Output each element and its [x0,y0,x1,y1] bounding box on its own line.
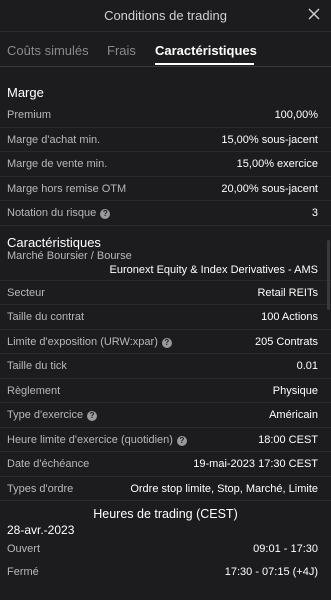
marge-row: Marge hors remise OTM 20,00% sous-jacent [0,177,331,201]
section-title-marge: Marge [7,85,44,100]
tab-caracteristiques[interactable]: Caractéristiques [155,43,257,58]
row-value: Retail REITs [257,286,318,299]
exposure-limit-label: Limite d'exposition (URW:xpar) [7,335,158,348]
marge-row: Premium 100,00% [0,103,331,128]
info-icon[interactable]: ? [87,411,98,421]
row-value: 19-mai-2023 17:30 CEST [193,458,318,470]
info-icon[interactable]: ? [176,435,187,446]
hours-row: Ouvert 09:01 - 17:30 [0,537,331,560]
row-label: Marge d'achat min. [7,133,101,146]
row-value: 205 Contrats [255,335,318,348]
row-label: Secteur [7,286,45,299]
exercise-type-label: Type d'exercice [7,409,84,421]
carac-row: Heure limite d'exercice (quotidien)? 18:… [0,428,331,452]
info-icon[interactable]: ? [100,209,111,219]
active-tab-indicator [155,63,254,65]
trading-hours-date: 28-avr.-2023 [7,523,75,537]
tab-couts-simules[interactable]: Coûts simulés [7,43,89,58]
row-label: Marché Boursier / Bourse [7,249,132,262]
market-row: Marché Boursier / Bourse Euronext Equity… [0,250,331,281]
row-label: Taille du tick [7,360,67,372]
scrollbar[interactable] [327,240,330,310]
row-label: Marge de vente min. [7,158,108,170]
trading-conditions-panel: Conditions de trading Coûts simulés Frai… [0,0,331,600]
row-label: Fermé [7,566,39,578]
close-icon[interactable] [307,7,321,21]
carac-row: Taille du contrat 100 Actions [0,305,331,330]
row-value: 18:00 CEST [258,433,318,446]
row-value: Physique [272,384,318,397]
carac-row: Date d'échéance 19-mai-2023 17:30 CEST [0,452,331,477]
marge-row: Notation du risque? 3 [0,201,331,226]
row-label: Taille du contrat [7,311,85,323]
row-label: Types d'ordre [7,482,74,495]
carac-row: Secteur Retail REITs [0,281,331,305]
row-value: 17:30 - 07:15 (+4J) [224,566,318,578]
carac-row: Types d'ordre Ordre stop limite, Stop, M… [0,477,331,501]
marge-row: Marge d'achat min. 15,00% sous-jacent [0,128,331,152]
row-label: Heure limite d'exercice (quotidien)? [7,434,187,446]
exercise-cutoff-label: Heure limite d'exercice (quotidien) [7,433,173,446]
carac-row: Type d'exercice? Américain [0,403,331,428]
row-value: 100 Actions [261,311,318,323]
hours-row: Fermé 17:30 - 07:15 (+4J) [0,560,331,583]
row-label: Ouvert [7,543,41,555]
row-label: Type d'exercice? [7,409,98,421]
dialog-title: Conditions de trading [104,8,227,23]
carac-row: Règlement Physique [0,379,331,403]
row-value: 09:01 - 17:30 [253,543,318,555]
trading-hours-title: Heures de trading (CEST) [93,507,238,521]
carac-row: Limite d'exposition (URW:xpar)? 205 Cont… [0,330,331,354]
section-title-caracteristiques: Caractéristiques [7,234,101,250]
row-label: Limite d'exposition (URW:xpar)? [7,336,172,348]
row-label: Date d'échéance [7,458,90,470]
row-value: 20,00% sous-jacent [221,182,318,195]
tab-bar: Coûts simulés Frais Caractéristiques [0,32,331,67]
title-bar: Conditions de trading [0,0,331,32]
marge-row: Marge de vente min. 15,00% exercice [0,152,331,177]
row-value: Euronext Equity & Index Derivatives - AM… [109,263,318,276]
row-value: 0.01 [296,360,318,372]
row-value: Ordre stop limite, Stop, Marché, Limite [130,482,318,495]
info-icon[interactable]: ? [161,337,172,348]
row-value: 3 [311,207,318,219]
row-value: 100,00% [274,109,318,121]
row-label: Règlement [7,384,61,397]
row-label: Premium [7,109,52,121]
row-value: Américain [269,409,318,421]
row-label: Notation du risque? [7,207,111,219]
row-label: Marge hors remise OTM [7,182,127,195]
risk-rating-label: Notation du risque [7,207,97,219]
row-value: 15,00% sous-jacent [221,133,318,146]
tab-frais[interactable]: Frais [107,43,136,58]
row-value: 15,00% exercice [236,158,318,170]
carac-row: Taille du tick 0.01 [0,354,331,379]
